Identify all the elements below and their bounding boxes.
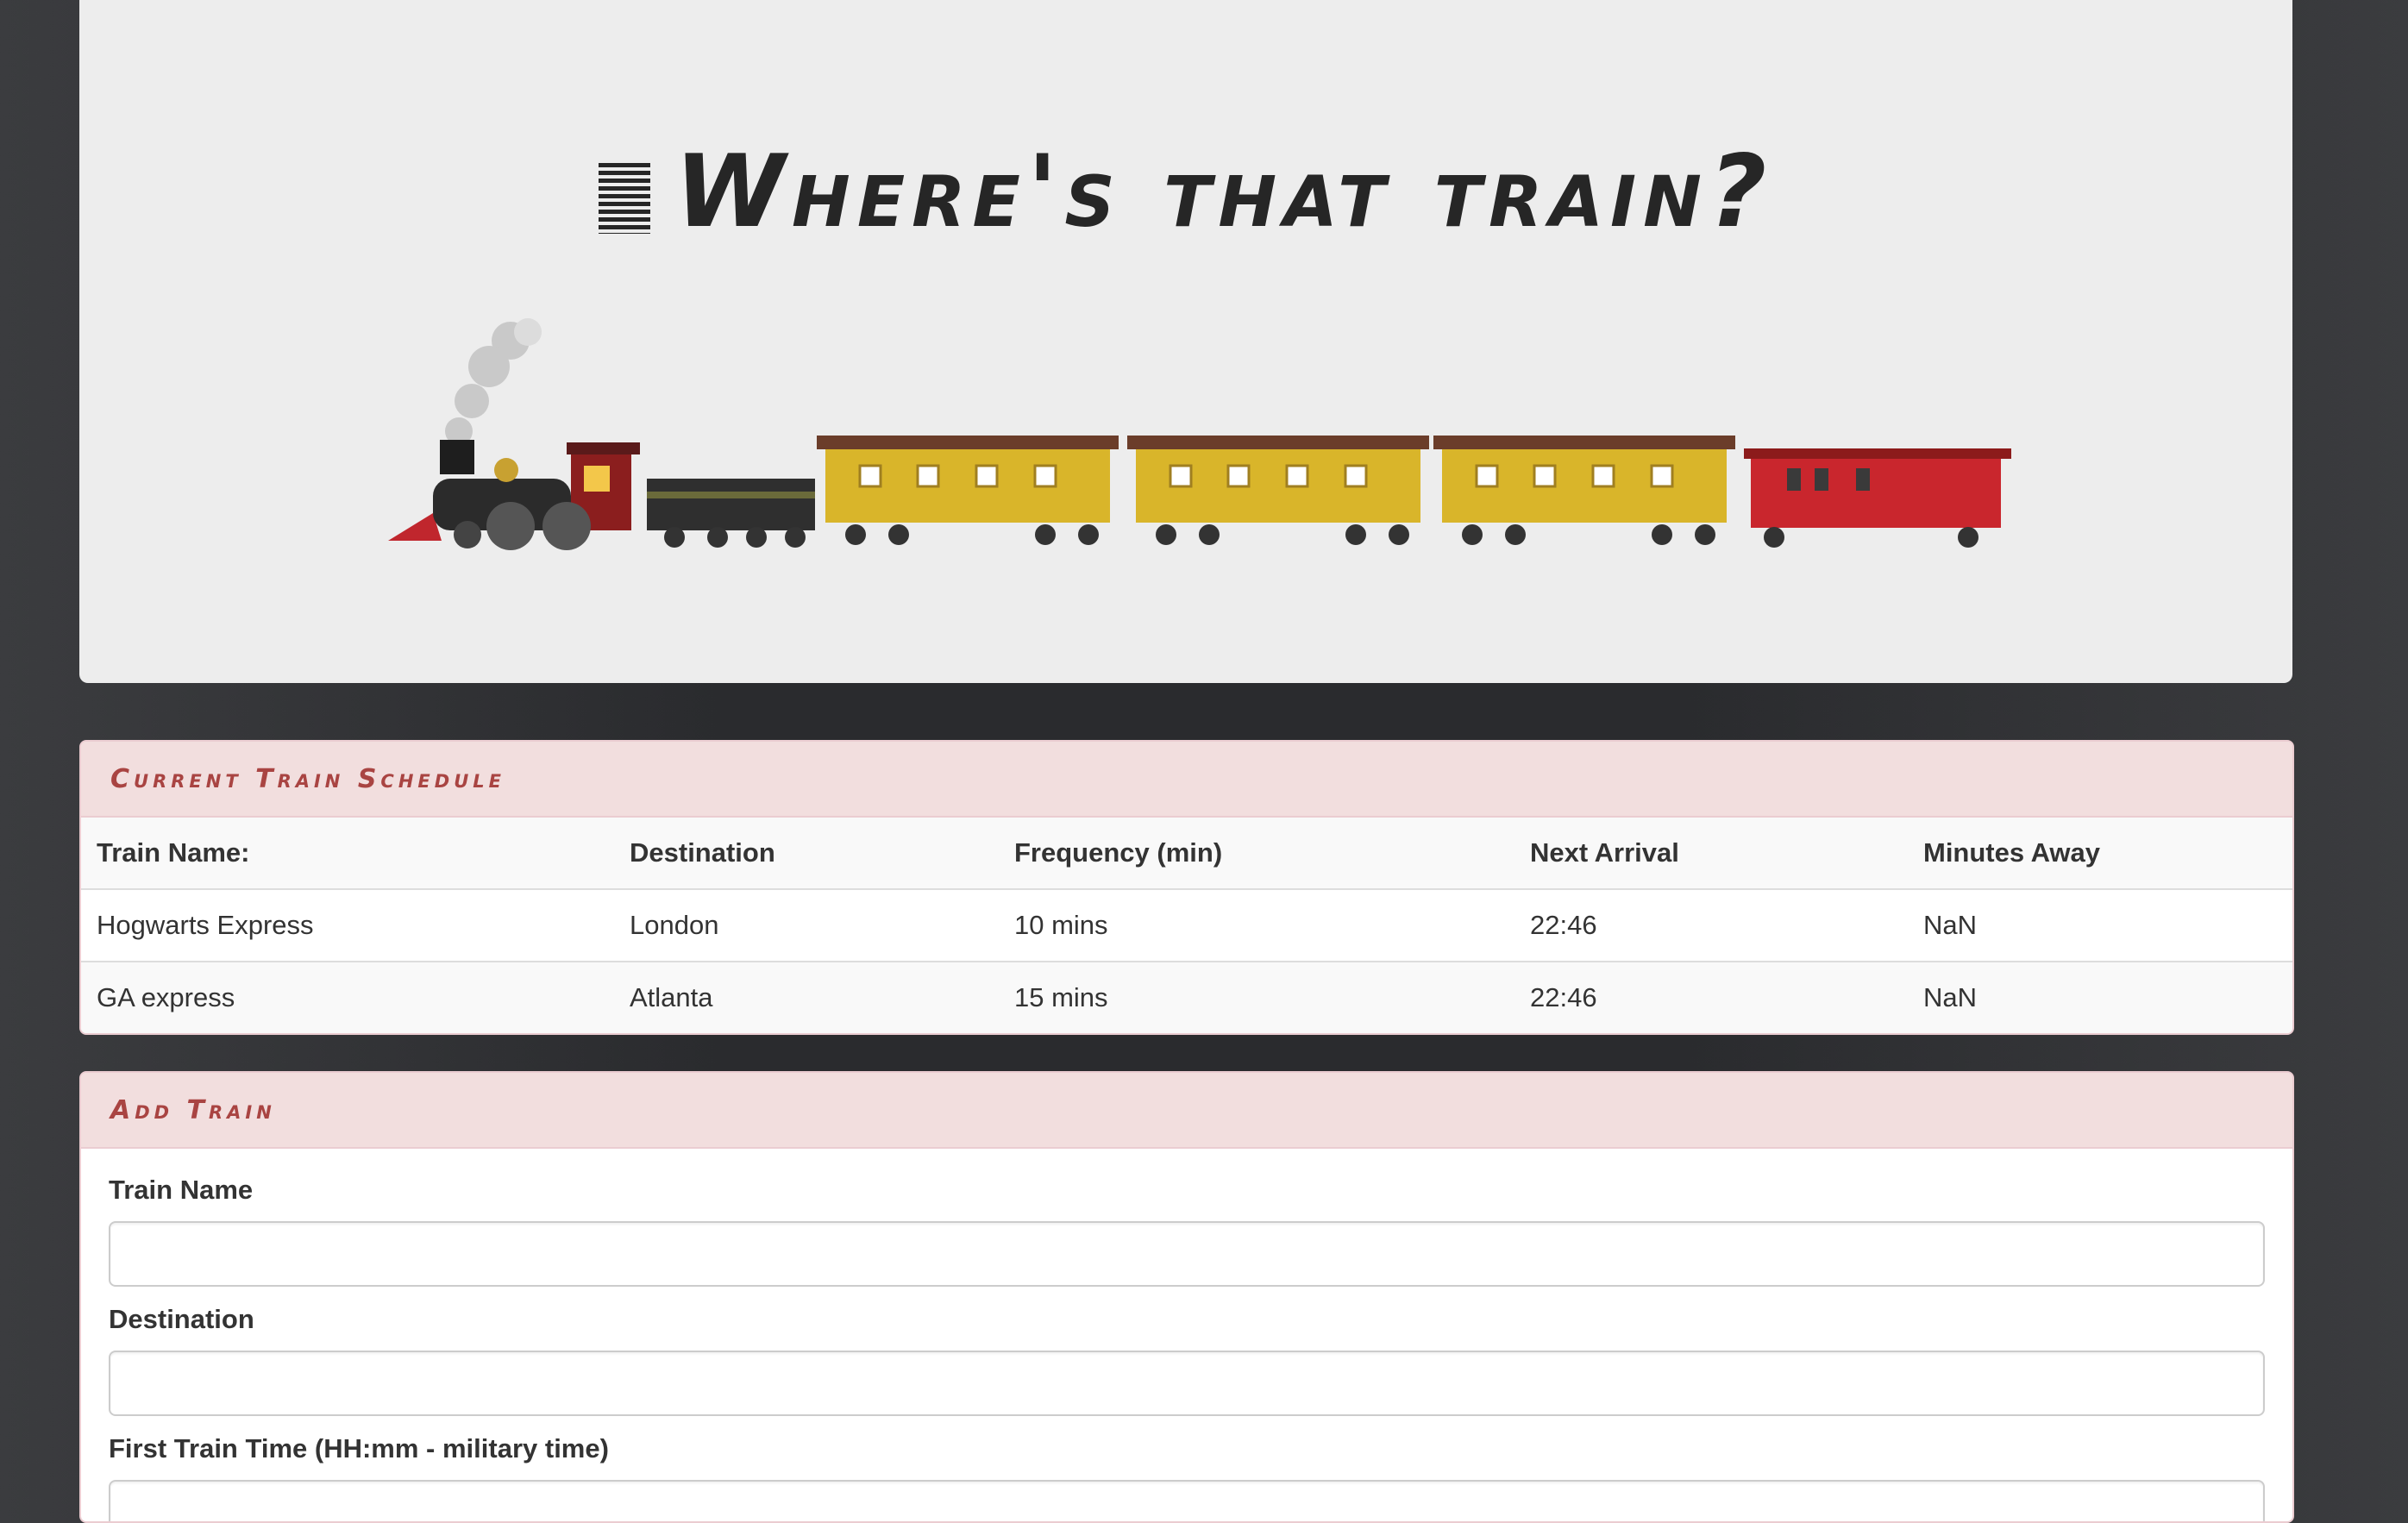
frequency-cell: 15 mins [999, 961, 1514, 1033]
train-illustration [388, 318, 2011, 550]
table-row: Hogwarts Express London 10 mins 22:46 Na… [81, 888, 2292, 962]
table-row: GA express Atlanta 15 mins 22:46 NaN [81, 961, 2292, 1033]
minutes-away-cell: NaN [1908, 961, 2292, 1033]
page-title: Where's that train? [79, 134, 2292, 250]
destination-cell: London [614, 888, 999, 962]
passenger-car-icon [1127, 436, 1429, 545]
table-header-row: Train Name: Destination Frequency (min) … [81, 818, 2292, 889]
speed-lines-decoration [598, 163, 650, 235]
caboose-icon [1744, 448, 2011, 548]
first-train-time-input[interactable] [109, 1480, 2265, 1521]
minutes-away-cell: NaN [1908, 888, 2292, 962]
add-train-form: Train Name Destination First Train Time … [81, 1149, 2292, 1521]
destination-input[interactable] [109, 1351, 2265, 1416]
add-train-panel: Add Train Train Name Destination First T… [79, 1071, 2294, 1523]
column-header-frequency: Frequency (min) [999, 818, 1514, 889]
train-name-label: Train Name [109, 1175, 254, 1205]
frequency-cell: 10 mins [999, 888, 1514, 962]
train-name-input[interactable] [109, 1221, 2265, 1287]
schedule-table: Train Name: Destination Frequency (min) … [81, 818, 2292, 1033]
column-header-next-arrival: Next Arrival [1514, 818, 1908, 889]
column-header-destination: Destination [614, 818, 999, 889]
train-name-cell: GA express [81, 961, 614, 1033]
locomotive-icon [388, 440, 640, 550]
smoke-icon [445, 318, 542, 445]
header-jumbotron: Where's that train? [79, 0, 2292, 683]
first-train-time-label: First Train Time (HH:mm - military time) [109, 1433, 609, 1463]
destination-cell: Atlanta [614, 961, 999, 1033]
schedule-panel-heading: Current Train Schedule [81, 742, 2292, 818]
column-header-minutes-away: Minutes Away [1908, 818, 2292, 889]
next-arrival-cell: 22:46 [1514, 961, 1908, 1033]
passenger-car-icon [817, 436, 1119, 545]
schedule-panel: Current Train Schedule Train Name: Desti… [79, 740, 2294, 1035]
add-train-panel-heading: Add Train [81, 1073, 2292, 1149]
next-arrival-cell: 22:46 [1514, 888, 1908, 962]
destination-label: Destination [109, 1304, 254, 1334]
column-header-train-name: Train Name: [81, 818, 614, 889]
train-name-cell: Hogwarts Express [81, 888, 614, 962]
tender-car-icon [647, 479, 815, 548]
passenger-car-icon [1433, 436, 1735, 545]
